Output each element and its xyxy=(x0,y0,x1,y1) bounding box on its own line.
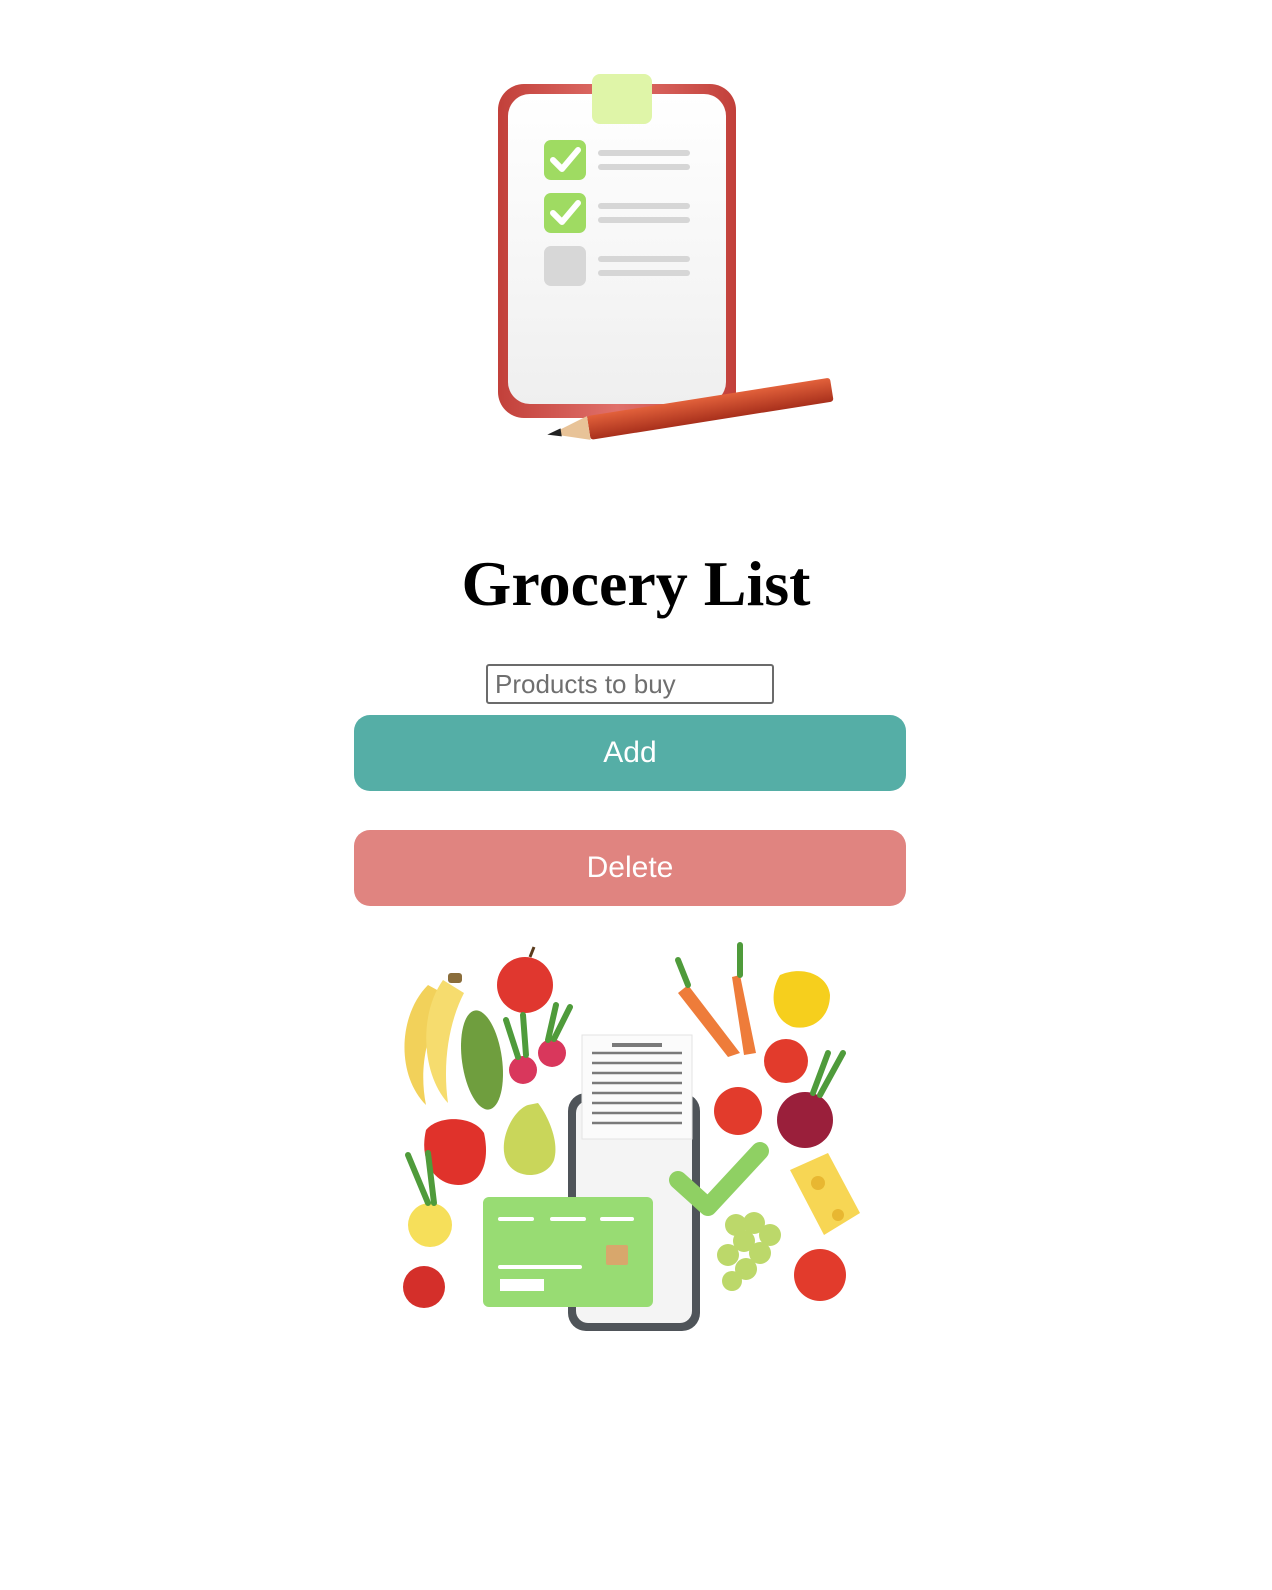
groceries-payment-illustration xyxy=(403,942,860,1331)
clipboard-checklist-illustration xyxy=(498,74,834,440)
add-button[interactable]: Add xyxy=(354,715,906,791)
product-input[interactable] xyxy=(486,664,774,704)
delete-button[interactable]: Delete xyxy=(354,830,906,906)
page-title: Grocery List xyxy=(461,548,811,619)
